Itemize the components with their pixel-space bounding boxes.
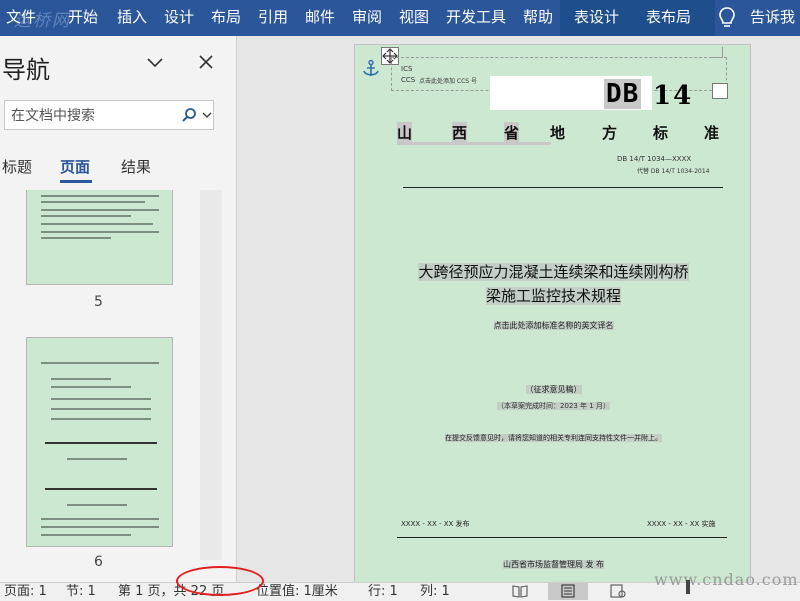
lightbulb-icon[interactable] bbox=[716, 6, 738, 30]
standard-code: DB 14/T 1034—XXXX bbox=[617, 155, 692, 163]
tab-view[interactable]: 视图 bbox=[399, 7, 429, 27]
status-position[interactable]: 位置值: 1厘米 bbox=[256, 583, 338, 601]
document-canvas: ICS CCS 点击此处添加 CCS 号 DB 14 山 西 省 地 方 标 准… bbox=[237, 36, 800, 584]
heading-char: 西 bbox=[452, 122, 468, 143]
status-column[interactable]: 列: 1 bbox=[420, 583, 450, 601]
document-title-line1: 大跨径预应力混凝土连续梁和连续刚构桥 bbox=[418, 263, 689, 281]
read-mode-icon[interactable] bbox=[512, 584, 528, 598]
tab-insert[interactable]: 插入 bbox=[117, 7, 147, 27]
tab-table-layout[interactable]: 表布局 bbox=[646, 7, 691, 27]
db-number: 14 bbox=[653, 81, 694, 111]
chevron-down-icon[interactable] bbox=[146, 56, 164, 70]
tab-help[interactable]: 帮助 bbox=[523, 7, 553, 27]
ccs-label: CCS bbox=[401, 76, 416, 84]
completion-date-label: （本草案完成时间：2023 年 1 月） bbox=[497, 402, 610, 410]
tab-headings[interactable]: 标题 bbox=[2, 156, 32, 177]
tab-mailings[interactable]: 邮件 bbox=[305, 7, 335, 27]
ccs-placeholder[interactable]: 点击此处添加 CCS 号 bbox=[419, 76, 477, 85]
db-logo: DB bbox=[604, 79, 642, 109]
issue-date: XXXX - XX - XX 发布 bbox=[401, 520, 470, 528]
navigation-pane-title: 导航 bbox=[2, 56, 50, 84]
thumbnail-page-number: 6 bbox=[94, 554, 103, 570]
navigation-pane: 导航 标题 页面 结果 5 bbox=[0, 36, 237, 582]
heading-char: 省 bbox=[504, 122, 520, 143]
thumbnail-scrollbar[interactable] bbox=[200, 190, 222, 560]
heading-char: 山 bbox=[397, 122, 413, 143]
document-page[interactable]: ICS CCS 点击此处添加 CCS 号 DB 14 山 西 省 地 方 标 准… bbox=[354, 44, 751, 584]
tab-results[interactable]: 结果 bbox=[121, 156, 151, 177]
page-thumbnail-5[interactable] bbox=[26, 190, 173, 285]
ribbon-tab-bar: 运桥网 文件 开始 插入 设计 布局 引用 邮件 审阅 视图 开发工具 帮助 表… bbox=[0, 0, 800, 36]
page-thumbnails-list: 5 6 bbox=[0, 190, 200, 582]
heading-char: 地 bbox=[550, 124, 566, 142]
search-input[interactable] bbox=[9, 104, 173, 128]
footer-rule bbox=[397, 537, 727, 538]
page-thumbnail-6[interactable] bbox=[26, 337, 173, 547]
red-highlight-circle bbox=[176, 566, 264, 596]
anchor-icon bbox=[363, 59, 379, 76]
chevron-down-icon[interactable] bbox=[202, 111, 212, 119]
tab-layout[interactable]: 布局 bbox=[211, 7, 241, 27]
search-icon[interactable] bbox=[181, 107, 197, 123]
replaces-code: 代替 DB 14/T 1034-2014 bbox=[637, 168, 710, 175]
heading-highlight-bar bbox=[397, 142, 551, 145]
tab-home[interactable]: 开始 bbox=[68, 7, 98, 27]
close-icon[interactable] bbox=[198, 54, 214, 70]
publisher-line: 山西省市场监督管理局 发 布 bbox=[502, 560, 605, 569]
patent-feedback-note: 在提交反馈意见时，请将您知道的相关专利连同支持性文件一并附上。 bbox=[445, 434, 662, 442]
heading-char: 准 bbox=[704, 124, 720, 142]
tell-me-search[interactable]: 告诉我 bbox=[750, 7, 795, 27]
heading-char: 标 bbox=[653, 124, 669, 142]
zoom-slider-thumb[interactable] bbox=[686, 580, 690, 594]
header-rule bbox=[403, 187, 723, 188]
tab-file[interactable]: 文件 bbox=[6, 7, 36, 27]
tab-pages[interactable]: 页面 bbox=[60, 156, 90, 177]
draft-stage-label: （征求意见稿） bbox=[525, 385, 582, 394]
active-tab-indicator bbox=[60, 180, 92, 183]
heading-char: 方 bbox=[602, 124, 618, 142]
status-line[interactable]: 行: 1 bbox=[368, 583, 398, 601]
ics-label: ICS bbox=[401, 65, 413, 73]
tab-references[interactable]: 引用 bbox=[258, 7, 288, 27]
document-title-line2: 梁施工监控技术规程 bbox=[485, 287, 621, 305]
search-box bbox=[4, 100, 214, 130]
tab-developer[interactable]: 开发工具 bbox=[446, 7, 506, 27]
thumbnail-page-number: 5 bbox=[94, 294, 103, 310]
status-page[interactable]: 页面: 1 bbox=[4, 583, 47, 601]
print-layout-icon[interactable] bbox=[560, 584, 576, 598]
english-title-placeholder[interactable]: 点击此处添加标准名称的英文译名 bbox=[355, 320, 752, 331]
site-watermark-url: www.cndao.com bbox=[654, 570, 799, 589]
web-layout-icon[interactable] bbox=[610, 584, 626, 598]
tab-review[interactable]: 审阅 bbox=[352, 7, 382, 27]
tab-design[interactable]: 设计 bbox=[164, 7, 194, 27]
tab-table-design[interactable]: 表设计 bbox=[574, 7, 619, 27]
implementation-date: XXXX - XX - XX 实施 bbox=[647, 520, 716, 528]
status-section[interactable]: 节: 1 bbox=[66, 583, 96, 601]
content-control-checkbox[interactable] bbox=[712, 83, 728, 99]
